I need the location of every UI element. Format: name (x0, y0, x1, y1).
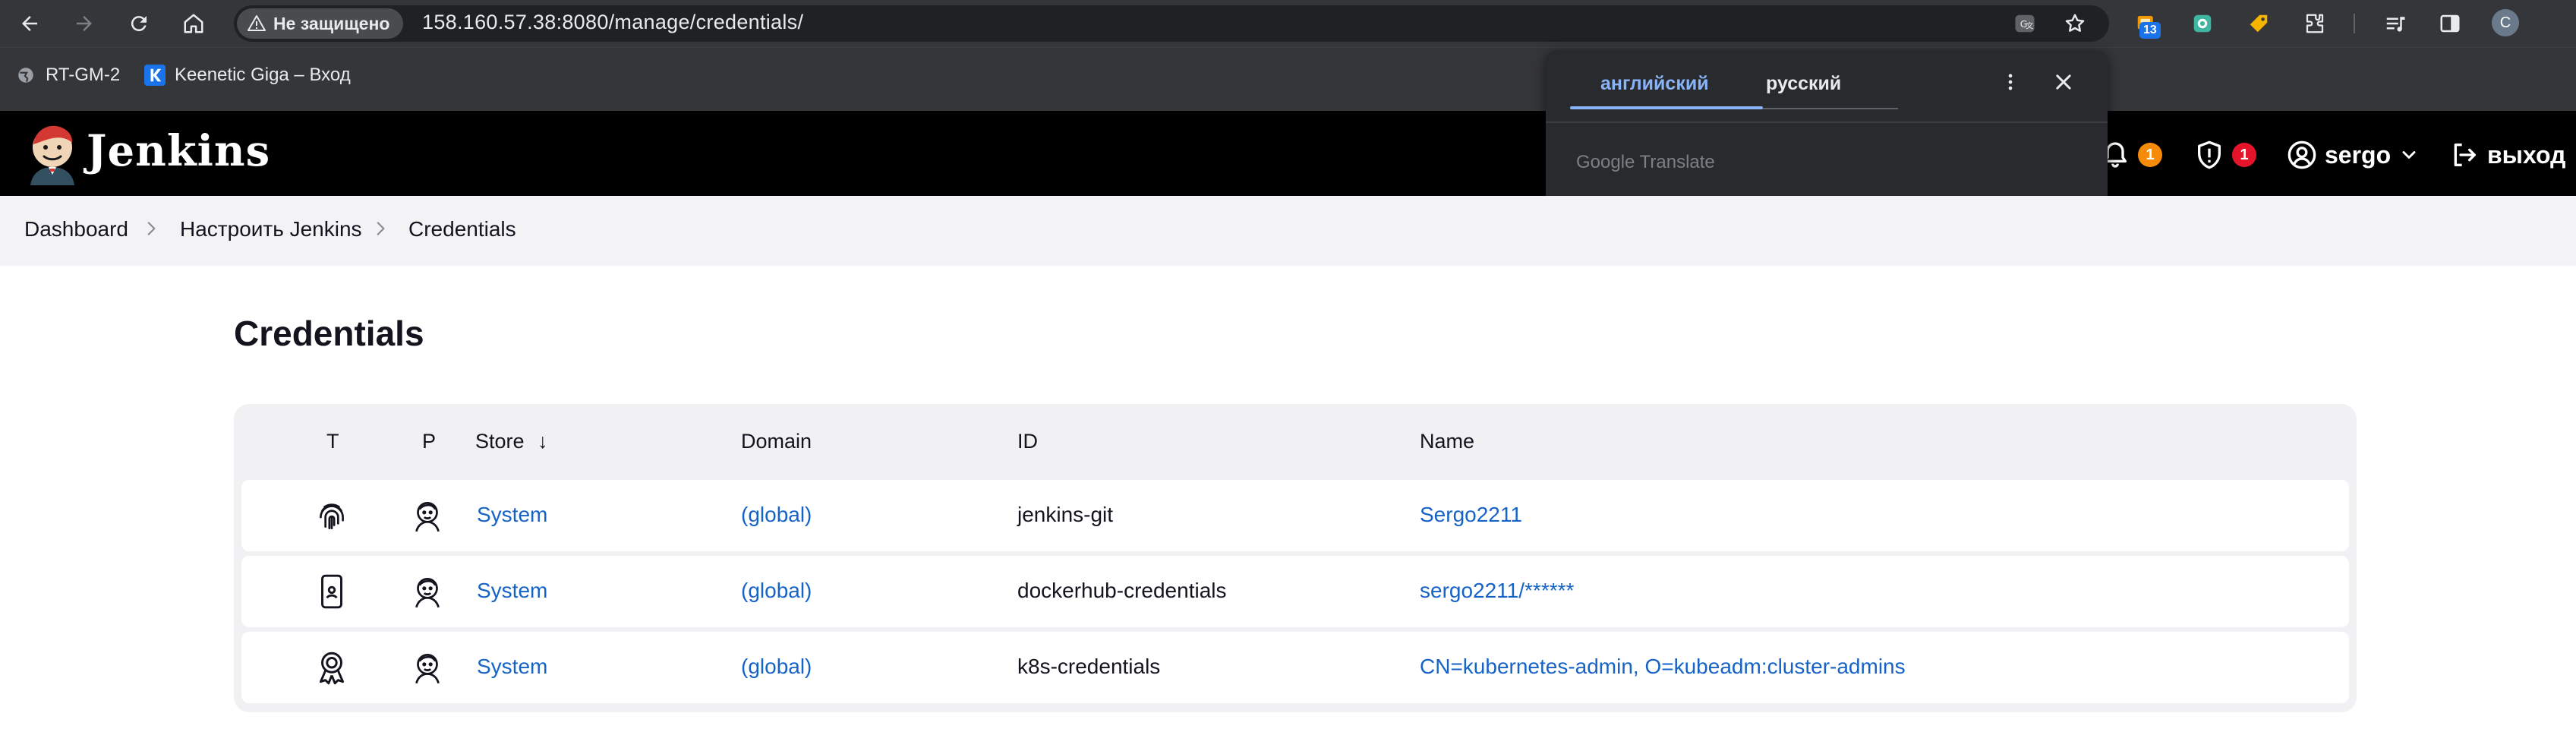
user-name: sergo (2325, 140, 2392, 169)
extension-green-icon[interactable] (2187, 8, 2218, 39)
credential-name-link[interactable]: Sergo2211 (1420, 503, 1522, 527)
domain-link[interactable]: (global) (741, 579, 812, 603)
domain-link[interactable]: (global) (741, 655, 812, 679)
credential-id: k8s-credentials (1017, 655, 1161, 678)
bookmark-label: RT-GM-2 (46, 65, 121, 85)
column-header-provider[interactable]: P (422, 430, 436, 453)
store-link[interactable]: System (477, 579, 547, 603)
credential-id: dockerhub-credentials (1017, 579, 1227, 602)
shield-alert-icon (2198, 140, 2221, 169)
breadcrumb-manage-jenkins[interactable]: Настроить Jenkins (180, 217, 362, 241)
table-row: System (global) jenkins-git Sergo2211 (241, 480, 2349, 551)
credential-name-link[interactable]: sergo2211/****** (1420, 579, 1574, 603)
security-chip[interactable]: Не защищено (237, 8, 404, 39)
credentials-table: T P Store ↓ Domain ID Name System (globa… (234, 404, 2357, 712)
chevron-right-icon (147, 222, 156, 235)
translate-tab-target[interactable]: русский (1766, 73, 1841, 95)
toolbar-divider (2354, 14, 2355, 33)
notifications-badge: 1 (2138, 143, 2162, 167)
jenkins-provider-icon (415, 501, 440, 532)
user-circle-icon (2288, 140, 2316, 169)
logout-button[interactable]: выход (2449, 140, 2565, 170)
keenetic-logo-icon (144, 65, 166, 86)
url-text[interactable]: 158.160.57.38:8080/manage/credentials/ (422, 11, 803, 34)
close-icon[interactable] (2048, 67, 2079, 97)
warning-icon (248, 15, 266, 31)
active-tab-indicator (1570, 106, 1763, 109)
column-header-type[interactable]: T (326, 430, 339, 453)
jenkins-title[interactable]: Jenkins (87, 126, 270, 176)
breadcrumb-dashboard[interactable]: Dashboard (24, 217, 128, 241)
globe-icon (15, 65, 36, 86)
user-menu[interactable]: sergo (2287, 140, 2420, 170)
security-badge: 1 (2232, 143, 2256, 167)
jenkins-provider-icon (415, 653, 440, 684)
chevron-right-icon (377, 222, 385, 235)
certificate-icon (319, 652, 345, 685)
chevron-down-icon (2402, 151, 2416, 159)
breadcrumb-credentials[interactable]: Credentials (408, 217, 516, 241)
table-row: System (global) dockerhub-credentials se… (241, 556, 2349, 627)
mobile-device-icon (321, 574, 342, 609)
credential-id: jenkins-git (1017, 503, 1114, 526)
extension-tag-icon[interactable] (2243, 8, 2275, 39)
reload-icon[interactable] (123, 8, 155, 39)
svg-text:文: 文 (2026, 21, 2033, 30)
store-link[interactable]: System (477, 503, 547, 527)
security-button[interactable]: 1 (2194, 140, 2256, 170)
column-header-store[interactable]: Store ↓ (475, 430, 548, 453)
page-title: Credentials (234, 314, 424, 353)
translate-tab-source[interactable]: английский (1600, 73, 1709, 95)
more-options-icon[interactable] (1995, 67, 2026, 97)
translate-page-icon[interactable]: G文 (2009, 8, 2041, 39)
translate-popup: английский русский Google Translate (1546, 50, 2108, 205)
home-icon[interactable] (178, 8, 210, 39)
fingerprint-icon (320, 503, 344, 530)
logout-label: выход (2487, 140, 2566, 169)
table-row: System (global) k8s-credentials CN=kuber… (241, 632, 2349, 703)
store-link[interactable]: System (477, 655, 547, 679)
credential-name-link[interactable]: CN=kubernetes-admin, O=kubeadm:cluster-a… (1420, 655, 1906, 679)
column-header-id[interactable]: ID (1017, 430, 1038, 453)
bookmark-item[interactable]: RT-GM-2 (15, 65, 120, 86)
translate-divider (1546, 121, 2108, 123)
extensions-puzzle-icon[interactable] (2299, 8, 2331, 39)
browser-toolbar: Не защищено 158.160.57.38:8080/manage/cr… (0, 0, 2576, 47)
jenkins-header: Jenkins 1 1 sergo выход (0, 111, 2576, 196)
side-panel-icon[interactable] (2434, 8, 2466, 39)
back-icon[interactable] (14, 8, 46, 39)
bookmark-label: Keenetic Giga – Вход (175, 65, 351, 85)
media-queue-icon[interactable] (2379, 8, 2411, 39)
translate-brand: Google Translate (1576, 152, 1715, 172)
column-header-name[interactable]: Name (1420, 430, 1474, 453)
breadcrumb: Dashboard Настроить Jenkins Credentials (0, 196, 2576, 266)
jenkins-provider-icon (415, 577, 440, 608)
column-header-domain[interactable]: Domain (741, 430, 812, 453)
bookmark-item[interactable]: Keenetic Giga – Вход (144, 65, 351, 86)
jenkins-logo-icon[interactable] (23, 121, 82, 185)
profile-avatar[interactable]: C (2492, 9, 2519, 36)
domain-link[interactable]: (global) (741, 503, 812, 527)
logout-icon (2454, 144, 2476, 166)
tab-divider-line (1763, 108, 1898, 109)
notifications-button[interactable]: 1 (2100, 140, 2162, 170)
forward-icon[interactable] (68, 8, 100, 39)
security-label: Не защищено (273, 13, 390, 33)
bookmark-star-icon[interactable] (2059, 8, 2091, 39)
extension-badge: 13 (2139, 22, 2161, 39)
sort-arrow-icon: ↓ (538, 430, 548, 453)
store-header-label: Store (475, 430, 525, 453)
bookmarks-bar: RT-GM-2 Keenetic Giga – Вход (0, 47, 2576, 111)
